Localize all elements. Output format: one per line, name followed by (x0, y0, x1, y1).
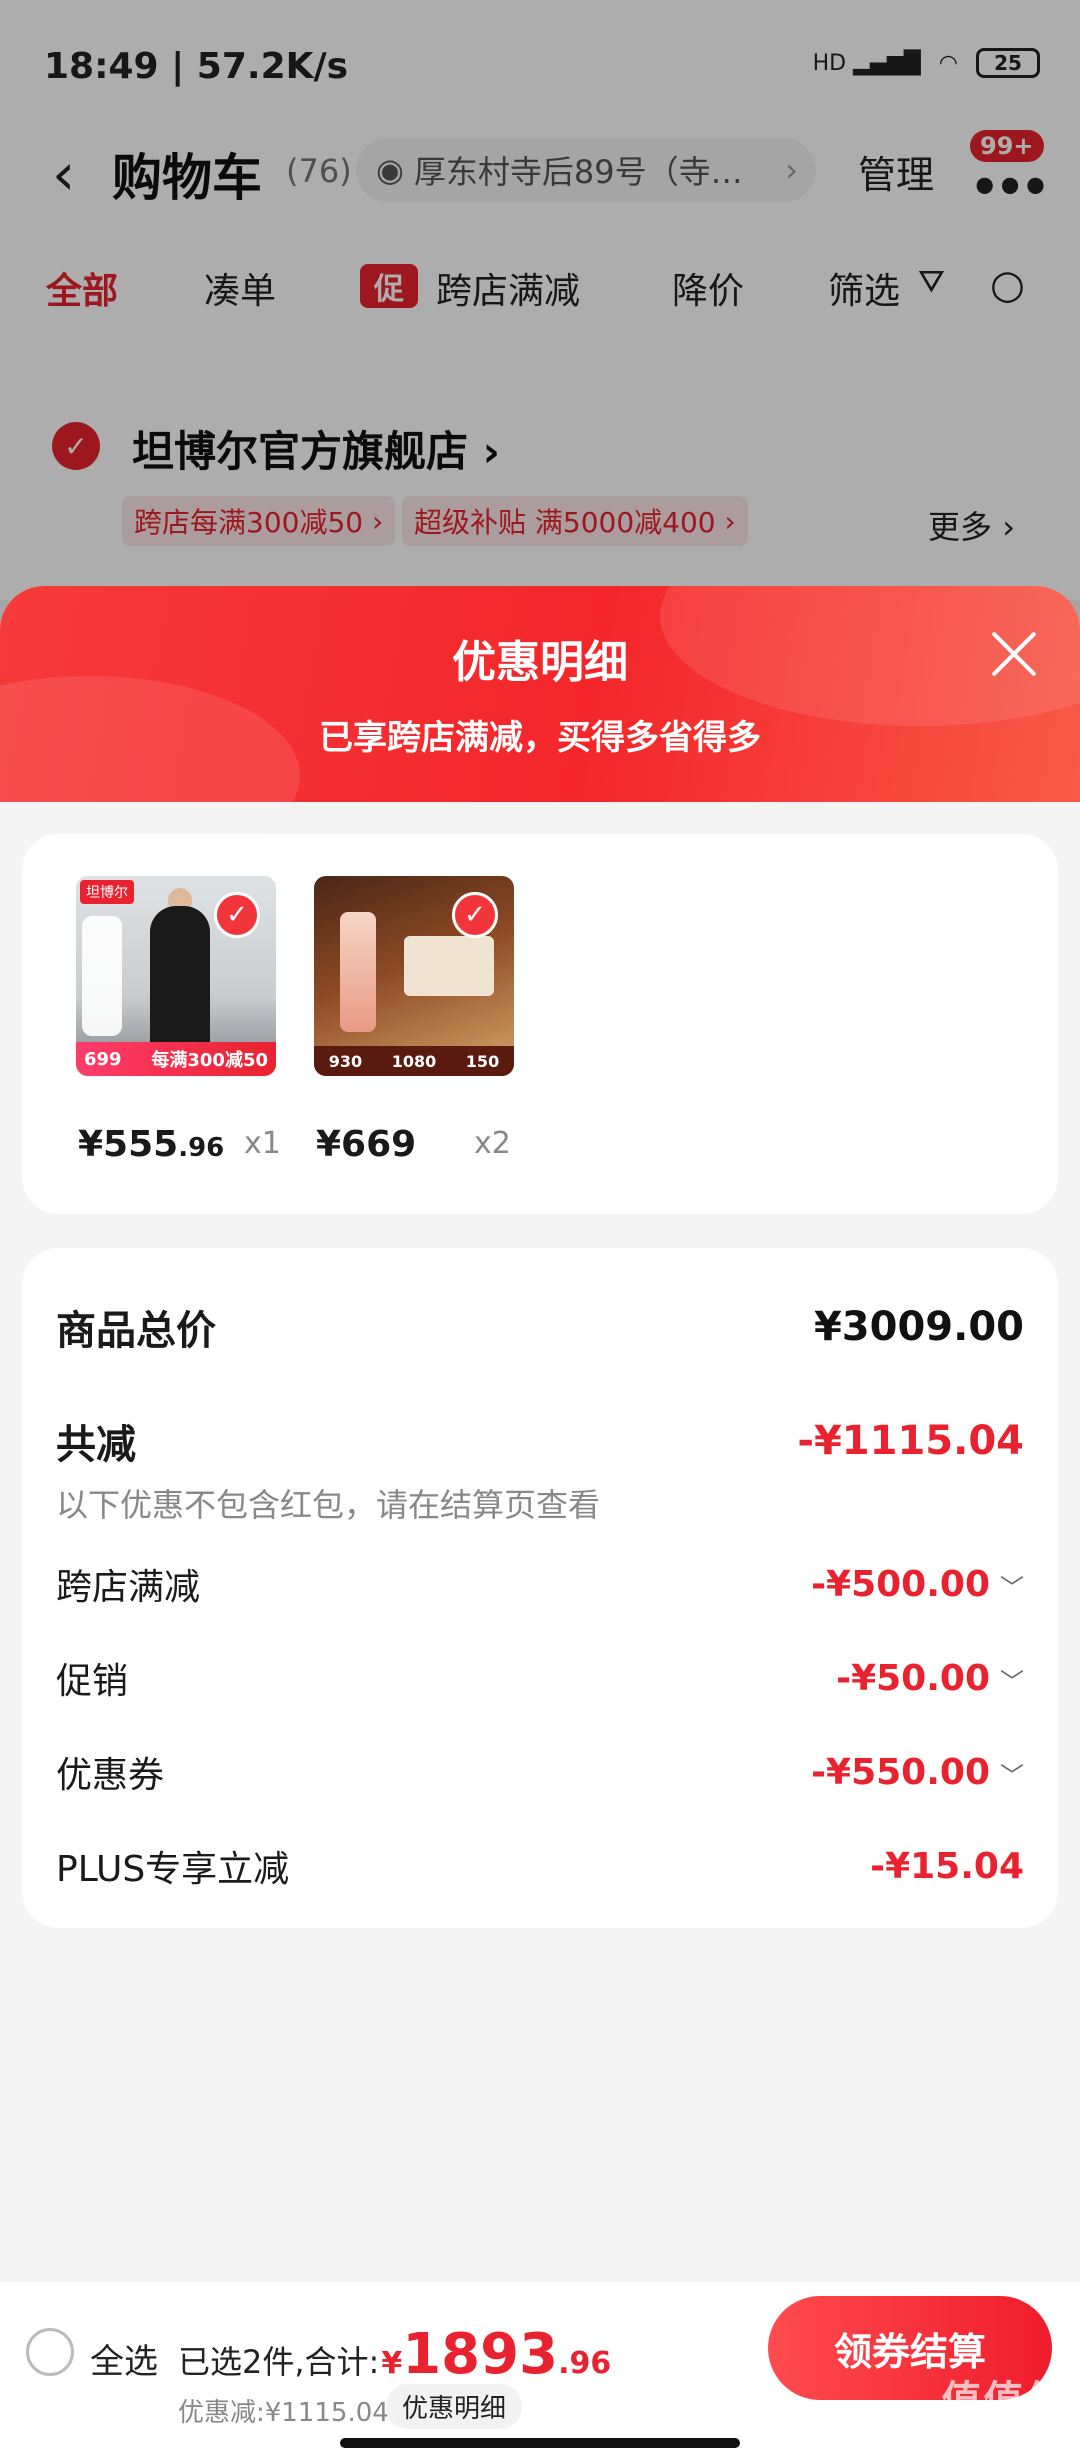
selected-total: 已选2件,合计: ¥ 1893 .96 (178, 2322, 612, 2387)
home-indicator[interactable] (340, 2438, 740, 2448)
brand-logo: 坦博尔 (80, 880, 134, 904)
discount-row-plus: PLUS专享立减 -¥15.04 (56, 1840, 1024, 1892)
product-promo-bar: 699 每满300减50 (76, 1042, 276, 1076)
discount-detail-button[interactable]: 优惠明细 (386, 2384, 523, 2429)
discount-value: -¥500.00 ﹀ (811, 1563, 1024, 1605)
product-quantity: x1 (244, 1126, 281, 1161)
discount-row-promotion[interactable]: 促销 -¥50.00 ﹀ (56, 1652, 1024, 1704)
checkout-bar: 全选 已选2件,合计: ¥ 1893 .96 优惠减:¥1115.04 优惠明细… (0, 2282, 1080, 2460)
sheet-title: 优惠明细 (452, 637, 628, 688)
selected-goods-card: 坦博尔 699 每满300减50 ✓ 930 1080 150 ✓ ¥555.96 x… (22, 834, 1058, 1214)
discount-label: 跨店满减 (56, 1567, 201, 1608)
discount-value: -¥550.00 ﹀ (811, 1751, 1024, 1793)
product-promo-bar: 930 1080 150 (314, 1046, 514, 1076)
select-all-label[interactable]: 全选 (90, 2334, 158, 2383)
chevron-down-icon: ﹀ (1000, 1761, 1024, 1790)
chevron-down-icon: ﹀ (1000, 1667, 1024, 1696)
product-image-skincare[interactable]: 930 1080 150 ✓ (314, 876, 514, 1076)
total-reduce-value: -¥1115.04 (797, 1418, 1024, 1464)
coat-shape (150, 906, 210, 1056)
sheet-subtitle: 已享跨店满减，买得多省得多 (319, 718, 761, 758)
discount-value: -¥50.00 ﹀ (836, 1657, 1024, 1699)
select-all-radio[interactable] (26, 2328, 74, 2376)
discount-label: PLUS专享立减 (56, 1849, 290, 1890)
bottle-shape (340, 912, 376, 1032)
product-quantity: x2 (474, 1126, 511, 1161)
product-info-card (82, 916, 122, 1036)
gift-box-shape (404, 936, 494, 996)
total-reduce-row: 共减 -¥1115.04 (56, 1412, 1024, 1470)
close-icon[interactable] (986, 626, 1042, 682)
discount-label: 促销 (56, 1661, 129, 1702)
price-summary-card: 商品总价 ¥3009.00 共减 -¥1115.04 以下优惠不包含红包，请在结… (22, 1248, 1058, 1928)
product-image-coat[interactable]: 坦博尔 699 每满300减50 ✓ (76, 876, 276, 1076)
discount-detail-sheet: 优惠明细 已享跨店满减，买得多省得多 坦博尔 699 每满300减50 ✓ 930… (0, 586, 1080, 2460)
product-price: ¥669 (316, 1124, 417, 1165)
watermark: 值值值 zhizhizhi.com (936, 2378, 1072, 2450)
total-price-row: 商品总价 ¥3009.00 (56, 1298, 1024, 1356)
discount-value: -¥15.04 (870, 1845, 1024, 1887)
discount-row-cross-store[interactable]: 跨店满减 -¥500.00 ﹀ (56, 1558, 1024, 1610)
discount-summary: 优惠减:¥1115.04 (178, 2398, 389, 2428)
discount-label: 优惠券 (56, 1755, 165, 1796)
discount-row-coupon[interactable]: 优惠券 -¥550.00 ﹀ (56, 1746, 1024, 1798)
red-packet-note: 以下优惠不包含红包，请在结算页查看 (56, 1486, 601, 1524)
product-price: ¥555.96 (78, 1124, 225, 1165)
sheet-header: 优惠明细 已享跨店满减，买得多省得多 (0, 586, 1080, 876)
total-price-value: ¥3009.00 (813, 1304, 1024, 1350)
total-price-label: 商品总价 (56, 1308, 216, 1354)
product-check-icon[interactable]: ✓ (452, 892, 498, 938)
chevron-down-icon: ﹀ (1000, 1573, 1024, 1602)
total-reduce-label: 共减 (56, 1422, 136, 1468)
product-check-icon[interactable]: ✓ (214, 892, 260, 938)
